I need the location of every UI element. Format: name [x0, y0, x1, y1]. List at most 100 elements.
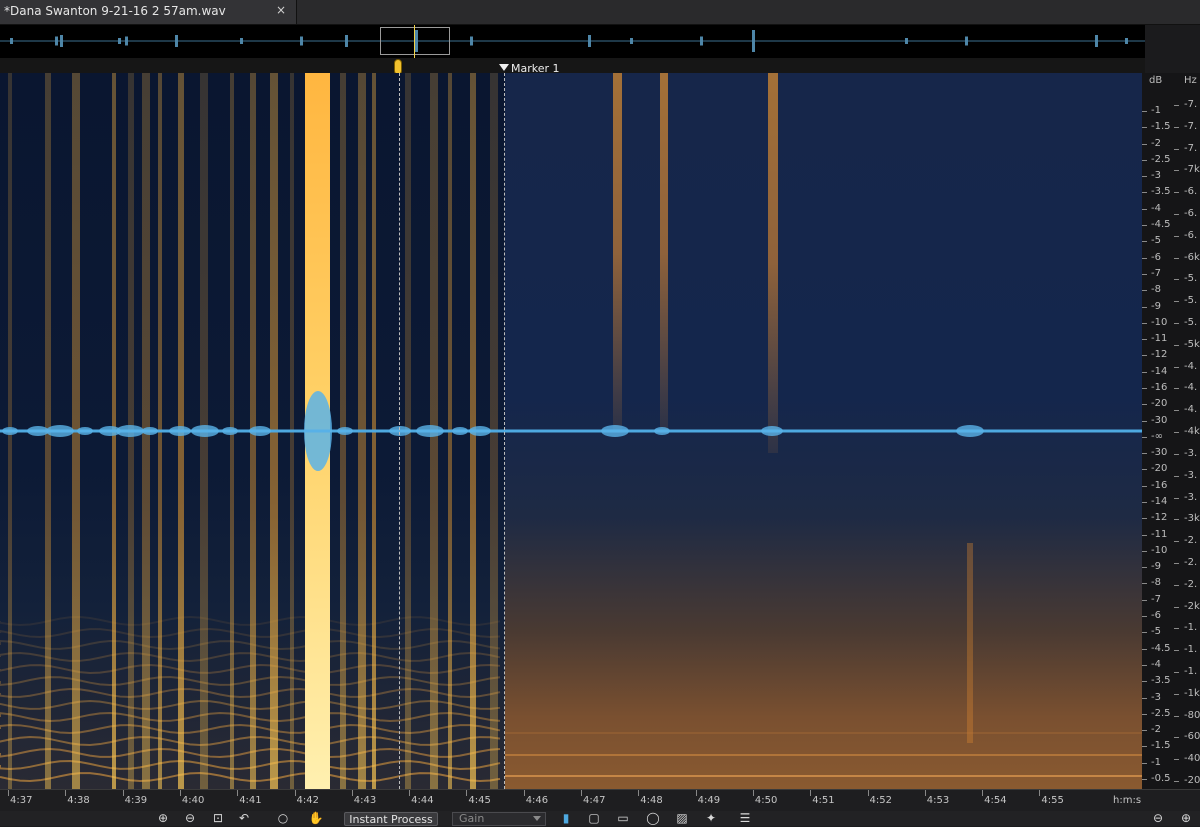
time-tick [695, 790, 697, 796]
overview-peak [175, 35, 178, 47]
hz-tick-label: -1. [1184, 665, 1198, 677]
hz-tick-label: -3k [1184, 513, 1200, 525]
waveform-peak [142, 427, 158, 435]
hz-tick [1174, 323, 1179, 325]
undo-zoom-icon[interactable]: ↶ [236, 811, 252, 826]
hz-tick [1174, 497, 1179, 499]
frequency-selection-tool-icon[interactable]: ▢ [586, 811, 602, 826]
time-tick [122, 790, 124, 796]
db-tick [1142, 681, 1147, 683]
marker-triangle-icon[interactable] [499, 64, 509, 71]
hz-tick-label: -4k [1184, 426, 1200, 438]
db-tick-label: -7 [1151, 593, 1161, 605]
spectrogram-view[interactable] [0, 73, 1142, 789]
db-tick-label: -5 [1151, 626, 1161, 638]
hz-tick-label: -2k [1184, 600, 1200, 612]
db-tick-label: -1.5 [1151, 121, 1171, 133]
lasso-tool-icon[interactable]: ◯ [645, 811, 661, 826]
overview-peak [240, 38, 243, 44]
time-tick-label: 4:43 [353, 795, 377, 806]
db-tick-label: -2 [1151, 137, 1161, 149]
zoom-out-vertical-icon[interactable]: ⊖ [1150, 811, 1166, 826]
overview-waveform-graphic [0, 30, 1145, 52]
db-tick-label: -16 [1151, 381, 1168, 393]
time-tick-label: 4:52 [869, 795, 892, 806]
marker-bar[interactable] [0, 58, 1145, 73]
db-tick-label: -6 [1151, 610, 1161, 622]
db-tick [1142, 404, 1147, 406]
waveform-peak [304, 391, 332, 471]
magnify-icon[interactable]: ○ [275, 811, 291, 826]
overview-peak [752, 30, 755, 52]
hz-tick [1174, 453, 1179, 455]
waveform-peak [452, 427, 468, 435]
db-tick [1142, 534, 1147, 536]
time-tick [179, 790, 181, 796]
overview-peak [345, 35, 348, 47]
hz-tick-label: -40 [1184, 753, 1200, 765]
db-tick-label: -9 [1151, 561, 1161, 573]
time-tick-label: 4:55 [1041, 795, 1064, 806]
history-icon[interactable]: ☰ [737, 811, 753, 826]
zoom-in-vertical-icon[interactable]: ⊕ [1178, 811, 1194, 826]
db-tick-label: -3.5 [1151, 186, 1171, 198]
hz-tick-label: -60 [1184, 731, 1200, 743]
waveform-peak [389, 426, 411, 436]
time-tick [351, 790, 353, 796]
overview-peak [55, 36, 58, 46]
time-tick [237, 790, 239, 796]
time-selection-tool-icon[interactable]: ▮ [558, 811, 574, 826]
db-tick-label: -20 [1151, 398, 1168, 410]
hz-tick [1174, 192, 1179, 194]
db-tick [1142, 697, 1147, 699]
db-tick-label: -3 [1151, 170, 1161, 182]
db-tick [1142, 176, 1147, 178]
overview-peak [1095, 35, 1098, 47]
hz-tick [1174, 781, 1179, 782]
hz-tick-label: -5. [1184, 273, 1198, 285]
time-ruler[interactable]: 4:37 4:38 4:39 4:40 4:41 4:42 4:43 4:44 4:45 4:46… [0, 789, 1200, 811]
db-tick [1142, 339, 1147, 341]
waveform-peak [337, 427, 353, 435]
hz-tick-label: -5. [1184, 295, 1198, 307]
hz-tick [1174, 628, 1179, 630]
hz-tick-label: -5. [1184, 317, 1198, 329]
db-tick [1142, 599, 1147, 601]
db-tick-label: -3.5 [1151, 675, 1171, 687]
process-mode-select[interactable]: Gain [452, 812, 546, 826]
time-tick-label: 4:44 [411, 795, 434, 806]
db-tick-label: -11 [1151, 333, 1168, 345]
waveform-peak [169, 426, 191, 436]
db-tick [1142, 355, 1147, 357]
hand-tool-icon[interactable]: ✋ [308, 811, 324, 826]
db-tick-label: -20 [1151, 463, 1168, 475]
instant-process-button[interactable]: Instant Process [344, 812, 438, 826]
brush-tool-icon[interactable]: ▨ [674, 811, 690, 826]
hz-tick [1174, 671, 1179, 673]
file-tab-title: *Dana Swanton 9-21-16 2 57am.wav [4, 4, 226, 18]
db-ruler-header: dB [1149, 75, 1163, 86]
hz-tick-label: -7. [1184, 99, 1198, 110]
db-tick [1142, 322, 1147, 324]
hz-tick-label: -6. [1184, 229, 1198, 241]
db-tick-label: -2 [1151, 724, 1161, 736]
close-icon[interactable]: × [276, 3, 286, 17]
overview-view-window[interactable] [380, 27, 450, 55]
hz-tick-label: -4. [1184, 382, 1198, 394]
db-tick [1142, 518, 1147, 520]
db-tick [1142, 208, 1147, 210]
zoom-out-icon[interactable]: ⊖ [182, 811, 198, 826]
hz-tick-label: -2. [1184, 578, 1198, 590]
time-frequency-selection-tool-icon[interactable]: ▭ [615, 811, 631, 826]
magic-wand-icon[interactable]: ✦ [703, 811, 719, 826]
hz-tick [1174, 541, 1179, 543]
db-tick-label: -9 [1151, 300, 1161, 312]
zoom-in-icon[interactable]: ⊕ [155, 811, 171, 826]
time-tick [867, 790, 869, 796]
zoom-selection-icon[interactable]: ⊡ [210, 811, 226, 826]
time-tick [638, 790, 640, 796]
db-tick-label: -16 [1151, 479, 1168, 491]
overview-waveform[interactable] [0, 25, 1145, 58]
file-tab[interactable]: *Dana Swanton 9-21-16 2 57am.wav × [0, 0, 297, 24]
overview-peak [10, 38, 13, 44]
